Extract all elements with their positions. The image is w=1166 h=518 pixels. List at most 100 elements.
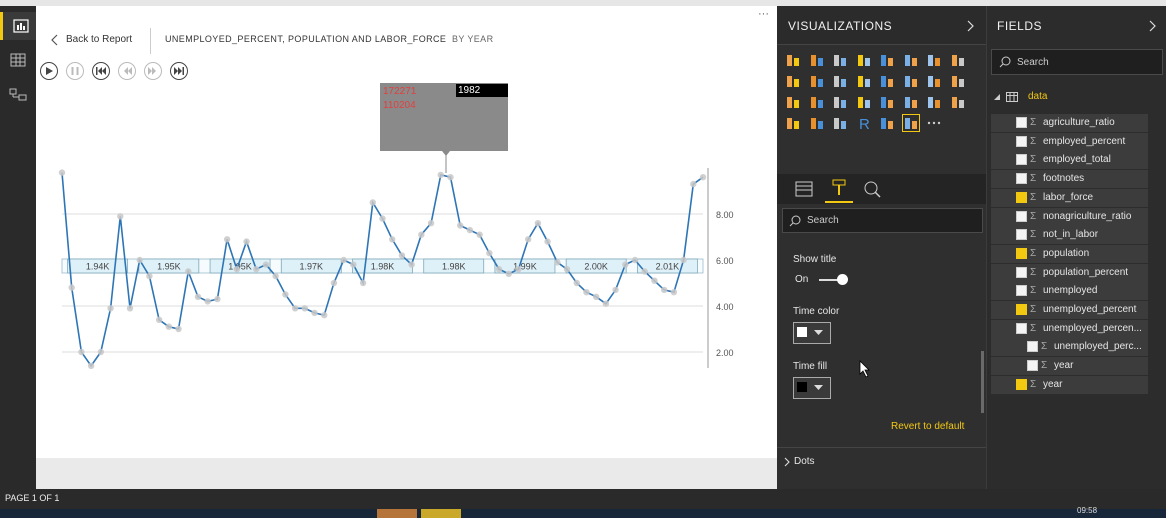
field-checkbox[interactable] [1016,229,1027,241]
data-point[interactable] [262,261,270,268]
treemap-visual-icon[interactable] [785,94,801,110]
data-point[interactable] [194,293,202,300]
100-bar-visual-icon[interactable] [879,52,895,68]
funnel-visual-icon[interactable] [856,94,872,110]
field-row-footnotes[interactable]: Σfootnotes [991,170,1148,189]
clustered-bar-visual-icon[interactable] [832,52,848,68]
kpi-visual-icon[interactable] [950,94,966,110]
field-checkbox[interactable] [1027,360,1038,372]
data-point[interactable] [58,169,66,176]
data-point[interactable] [505,270,512,277]
ribbon-visual-icon[interactable] [856,73,872,89]
format-search-input[interactable]: Search [782,208,983,233]
show-title-toggle-knob[interactable] [837,274,848,285]
donut-visual-icon[interactable] [950,73,966,89]
field-row-unemployed-percen-[interactable]: Σunemployed_percen... [991,319,1148,338]
chevron-right-icon[interactable] [1147,20,1157,32]
field-checkbox[interactable] [1016,247,1027,259]
data-point[interactable] [126,305,134,312]
multi-card-visual-icon[interactable] [926,94,942,110]
data-point[interactable] [243,238,250,245]
data-point[interactable] [117,213,124,220]
stacked-area-visual-icon[interactable] [785,73,801,89]
data-point[interactable] [214,295,221,303]
stacked-column-visual-icon[interactable] [809,52,825,68]
format-pane-scrollbar[interactable] [981,351,984,413]
matrix-visual-icon[interactable] [832,115,848,131]
data-point[interactable] [495,266,503,273]
relationships-view-button[interactable] [0,80,36,108]
taskbar-app-active[interactable] [421,509,461,518]
data-point[interactable] [165,323,173,330]
data-point[interactable] [321,312,328,319]
data-point[interactable] [87,362,95,369]
data-point[interactable] [456,222,464,229]
data-point[interactable] [544,238,551,245]
data-point[interactable] [78,348,85,356]
table-visual-icon[interactable] [809,115,825,131]
data-point[interactable] [136,256,143,264]
data-point[interactable] [340,256,347,264]
field-checkbox[interactable] [1027,341,1038,353]
data-point[interactable] [369,199,376,206]
data-point[interactable] [359,279,367,287]
data-point[interactable] [97,348,105,356]
field-row-population[interactable]: Σpopulation [991,244,1148,263]
data-point[interactable] [622,261,629,268]
slicer-visual-icon[interactable] [785,115,801,131]
field-checkbox[interactable] [1016,135,1027,147]
field-checkbox[interactable] [1016,154,1027,166]
revert-to-default-link[interactable]: Revert to default [891,421,964,432]
waterfall-visual-icon[interactable] [879,73,895,89]
data-point[interactable] [524,236,532,243]
field-row-employed-total[interactable]: Σemployed_total [991,151,1148,170]
field-row-not-in-labor[interactable]: Σnot_in_labor [991,226,1148,245]
area-visual-icon[interactable] [950,52,966,68]
data-point[interactable] [515,266,522,273]
data-point[interactable] [660,286,668,294]
field-row-unemployed-percent[interactable]: Σunemployed_percent [991,301,1148,319]
field-checkbox[interactable] [1016,322,1027,334]
chevron-right-icon[interactable] [965,20,975,32]
field-row-unemployed-perc-[interactable]: Σunemployed_perc... [991,338,1148,357]
data-point[interactable] [466,226,474,234]
gauge-visual-icon[interactable] [879,94,895,110]
data-point[interactable] [670,289,678,296]
fields-search-input[interactable]: Search [991,49,1163,75]
data-point[interactable] [583,289,590,296]
data-point[interactable] [291,305,299,312]
globe-visual-icon[interactable] [879,115,895,131]
data-point[interactable] [282,291,289,298]
scatter-visual-icon[interactable] [903,73,919,89]
fields-tab-icon[interactable] [795,181,813,197]
data-point[interactable] [680,256,687,264]
data-point[interactable] [631,256,639,264]
time-color-picker[interactable] [793,322,831,344]
100-column-visual-icon[interactable] [903,52,919,68]
data-point[interactable] [602,300,610,307]
data-point[interactable] [253,266,260,273]
field-row-population-percent[interactable]: Σpopulation_percent [991,263,1148,282]
line-clustered-visual-icon[interactable] [832,73,848,89]
data-point[interactable] [554,259,561,266]
data-point[interactable] [641,268,648,275]
data-point[interactable] [418,231,425,238]
data-point[interactable] [476,231,483,238]
field-checkbox[interactable] [1016,191,1027,203]
field-row-year[interactable]: Σyear [991,375,1148,394]
data-point[interactable] [350,261,357,268]
more-visual-icon[interactable] [926,115,942,131]
field-row-employed-percent[interactable]: Σemployed_percent [991,132,1148,151]
field-checkbox[interactable] [1016,117,1027,128]
data-point[interactable] [398,252,406,259]
field-row-agriculture-ratio[interactable]: Σagriculture_ratio [991,114,1148,132]
pie-visual-icon[interactable] [926,73,942,89]
field-checkbox[interactable] [1016,285,1027,297]
field-row-year[interactable]: Σyear [991,357,1148,376]
data-point[interactable] [699,174,707,181]
data-point[interactable] [146,272,153,280]
field-checkbox[interactable] [1016,304,1027,315]
data-point[interactable] [311,309,318,317]
data-point[interactable] [690,180,697,188]
data-point[interactable] [389,236,396,243]
